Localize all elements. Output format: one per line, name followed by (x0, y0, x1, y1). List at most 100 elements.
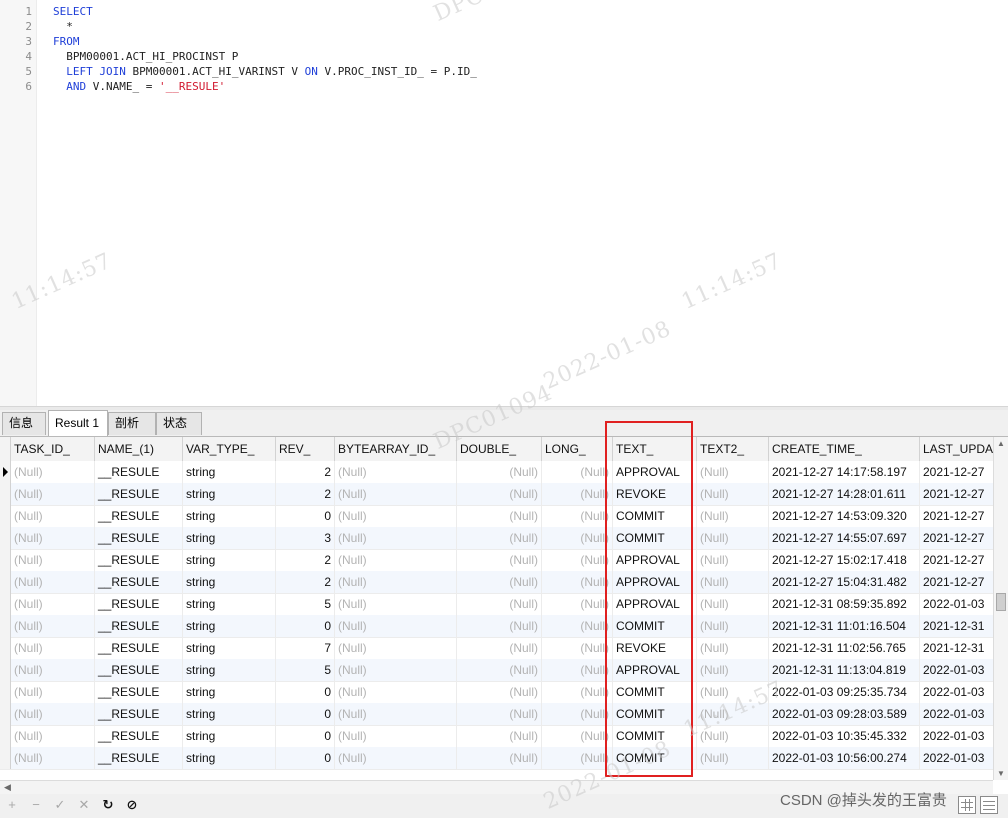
cell-rev[interactable]: 0 (276, 703, 335, 725)
null-cell[interactable]: (Null) (697, 637, 769, 659)
cell-rev[interactable]: 2 (276, 571, 335, 593)
cell-text[interactable]: REVOKE (613, 637, 697, 659)
refresh-button[interactable]: ↻ (100, 797, 116, 813)
code-line[interactable]: * (53, 19, 73, 34)
cell-type[interactable]: string (183, 527, 276, 549)
cell-name[interactable]: __RESULE (95, 527, 183, 549)
null-cell[interactable]: (Null) (11, 527, 95, 549)
cell-last[interactable]: 2022-01-03 (920, 747, 993, 769)
table-row[interactable]: (Null) __RESULE string 0 (Null) (Null) (Null) C… (0, 747, 993, 770)
cell-create[interactable]: 2021-12-27 15:02:17.418 (769, 549, 920, 571)
null-cell[interactable]: (Null) (457, 659, 542, 681)
cell-rev[interactable]: 0 (276, 681, 335, 703)
cell-last[interactable]: 2022-01-03 (920, 703, 993, 725)
cell-create[interactable]: 2021-12-31 11:01:16.504 (769, 615, 920, 637)
column-header-rev[interactable]: REV_ (276, 437, 335, 461)
tab-info[interactable]: 信息 (2, 412, 46, 435)
cell-last[interactable]: 2021-12-27 (920, 461, 993, 483)
null-cell[interactable]: (Null) (335, 505, 457, 527)
cell-name[interactable]: __RESULE (95, 461, 183, 483)
null-cell[interactable]: (Null) (542, 637, 613, 659)
null-cell[interactable]: (Null) (11, 637, 95, 659)
cell-last[interactable]: 2021-12-27 (920, 571, 993, 593)
row-marker[interactable] (0, 527, 11, 549)
cell-text[interactable]: COMMIT (613, 681, 697, 703)
cell-rev[interactable]: 0 (276, 747, 335, 769)
row-marker[interactable] (0, 549, 11, 571)
table-row[interactable]: (Null) __RESULE string 5 (Null) (Null) (Null) A… (0, 593, 993, 616)
null-cell[interactable]: (Null) (335, 747, 457, 769)
null-cell[interactable]: (Null) (542, 483, 613, 505)
cell-last[interactable]: 2022-01-03 (920, 659, 993, 681)
null-cell[interactable]: (Null) (542, 593, 613, 615)
apply-changes-button[interactable]: ✓ (52, 797, 68, 813)
tab-profile[interactable]: 剖析 (108, 412, 156, 435)
cell-text[interactable]: APPROVAL (613, 549, 697, 571)
null-cell[interactable]: (Null) (542, 681, 613, 703)
null-cell[interactable]: (Null) (11, 505, 95, 527)
column-header-name-1[interactable]: NAME_(1) (95, 437, 183, 461)
null-cell[interactable]: (Null) (457, 615, 542, 637)
null-cell[interactable]: (Null) (457, 747, 542, 769)
null-cell[interactable]: (Null) (697, 615, 769, 637)
cell-type[interactable]: string (183, 549, 276, 571)
code-line[interactable]: LEFT JOIN BPM00001.ACT_HI_VARINST V ON V… (53, 64, 477, 79)
column-header-text[interactable]: TEXT_ (613, 437, 697, 461)
cell-create[interactable]: 2022-01-03 10:35:45.332 (769, 725, 920, 747)
cell-create[interactable]: 2021-12-27 14:28:01.611 (769, 483, 920, 505)
null-cell[interactable]: (Null) (542, 461, 613, 483)
column-header-task-id[interactable]: TASK_ID_ (11, 437, 95, 461)
null-cell[interactable]: (Null) (457, 703, 542, 725)
column-header-last-upda[interactable]: LAST_UPDA (920, 437, 993, 461)
scroll-left-icon[interactable]: ◀ (4, 782, 11, 793)
delete-record-button[interactable]: − (28, 797, 44, 813)
tab-status[interactable]: 状态 (156, 412, 202, 435)
column-header-text2[interactable]: TEXT2_ (697, 437, 769, 461)
cell-text[interactable]: APPROVAL (613, 571, 697, 593)
cell-text[interactable]: APPROVAL (613, 593, 697, 615)
table-row[interactable]: (Null) __RESULE string 0 (Null) (Null) (Null) C… (0, 725, 993, 748)
null-cell[interactable]: (Null) (542, 549, 613, 571)
cell-create[interactable]: 2022-01-03 09:28:03.589 (769, 703, 920, 725)
null-cell[interactable]: (Null) (11, 615, 95, 637)
null-cell[interactable]: (Null) (335, 571, 457, 593)
null-cell[interactable]: (Null) (542, 571, 613, 593)
table-row[interactable]: (Null) __RESULE string 0 (Null) (Null) (Null) C… (0, 703, 993, 726)
row-marker[interactable] (0, 593, 11, 615)
cell-rev[interactable]: 2 (276, 461, 335, 483)
row-marker[interactable] (0, 483, 11, 505)
cell-name[interactable]: __RESULE (95, 681, 183, 703)
cell-last[interactable]: 2021-12-27 (920, 549, 993, 571)
cell-name[interactable]: __RESULE (95, 593, 183, 615)
cell-rev[interactable]: 5 (276, 593, 335, 615)
cell-text[interactable]: COMMIT (613, 615, 697, 637)
null-cell[interactable]: (Null) (457, 681, 542, 703)
table-row[interactable]: (Null) __RESULE string 0 (Null) (Null) (Null) C… (0, 505, 993, 528)
row-marker[interactable] (0, 659, 11, 681)
cell-type[interactable]: string (183, 571, 276, 593)
null-cell[interactable]: (Null) (11, 747, 95, 769)
cell-rev[interactable]: 7 (276, 637, 335, 659)
cell-type[interactable]: string (183, 725, 276, 747)
cell-name[interactable]: __RESULE (95, 703, 183, 725)
null-cell[interactable]: (Null) (335, 483, 457, 505)
null-cell[interactable]: (Null) (457, 461, 542, 483)
column-header-bytearray-id[interactable]: BYTEARRAY_ID_ (335, 437, 457, 461)
null-cell[interactable]: (Null) (335, 593, 457, 615)
null-cell[interactable]: (Null) (335, 461, 457, 483)
cell-name[interactable]: __RESULE (95, 659, 183, 681)
null-cell[interactable]: (Null) (697, 725, 769, 747)
code-line[interactable]: SELECT (53, 4, 93, 19)
column-header-create-time[interactable]: CREATE_TIME_ (769, 437, 920, 461)
null-cell[interactable]: (Null) (697, 505, 769, 527)
row-marker[interactable] (0, 461, 11, 483)
table-row[interactable]: (Null) __RESULE string 0 (Null) (Null) (Null) C… (0, 615, 993, 638)
cell-create[interactable]: 2022-01-03 10:56:00.274 (769, 747, 920, 769)
column-header-double[interactable]: DOUBLE_ (457, 437, 542, 461)
row-marker[interactable] (0, 615, 11, 637)
null-cell[interactable]: (Null) (457, 571, 542, 593)
null-cell[interactable]: (Null) (335, 549, 457, 571)
cell-text[interactable]: COMMIT (613, 747, 697, 769)
row-marker[interactable] (0, 703, 11, 725)
cell-name[interactable]: __RESULE (95, 483, 183, 505)
